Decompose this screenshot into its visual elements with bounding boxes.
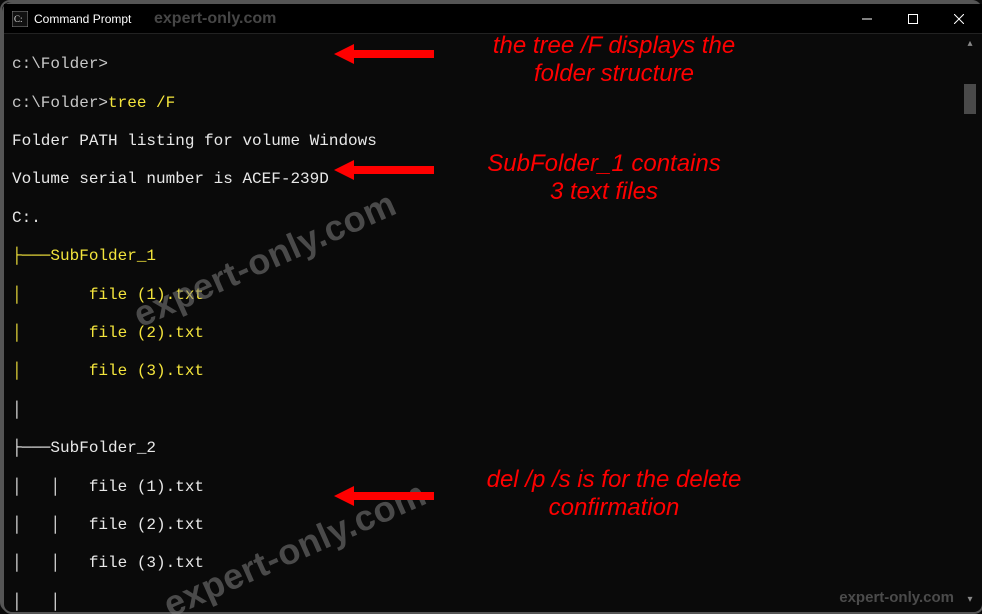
close-button[interactable] xyxy=(936,4,982,33)
prompt: c:\Folder> xyxy=(12,94,108,112)
svg-text:C:: C: xyxy=(14,14,23,24)
output-line: C:. xyxy=(12,209,974,228)
cmd-line-tree: c:\Folder>tree /F xyxy=(12,94,974,113)
cmd-tree: tree /F xyxy=(108,94,175,112)
titlebar[interactable]: C: Command Prompt xyxy=(4,4,982,34)
tree-folder: ├───SubFolder_2 xyxy=(12,439,974,458)
tree-file-highlight: │ file (2).txt xyxy=(12,324,974,343)
window-title: Command Prompt xyxy=(34,12,131,26)
maximize-button[interactable] xyxy=(890,4,936,33)
prompt-line: c:\Folder> xyxy=(12,55,974,74)
output-line: Volume serial number is ACEF-239D xyxy=(12,170,974,189)
tree-file: │ │ file (2).txt xyxy=(12,516,974,535)
scroll-up-icon[interactable]: ▴ xyxy=(962,36,978,52)
output-line: Folder PATH listing for volume Windows xyxy=(12,132,974,151)
tree-file: │ │ file (1).txt xyxy=(12,478,974,497)
cmd-icon: C: xyxy=(12,11,28,27)
tree-file-highlight: │ file (1).txt xyxy=(12,286,974,305)
terminal-area[interactable]: c:\Folder> c:\Folder>tree /F Folder PATH… xyxy=(4,34,982,612)
tree-line: │ │ xyxy=(12,593,974,612)
tree-folder-highlight: ├───SubFolder_1 xyxy=(12,247,974,266)
minimize-button[interactable] xyxy=(844,4,890,33)
tree-file: │ │ file (3).txt xyxy=(12,554,974,573)
scroll-thumb[interactable] xyxy=(964,84,976,114)
tree-file-highlight: │ file (3).txt xyxy=(12,362,974,381)
scroll-track[interactable] xyxy=(962,52,978,592)
tree-line: │ xyxy=(12,401,974,420)
scroll-down-icon[interactable]: ▾ xyxy=(962,592,978,608)
scrollbar[interactable]: ▴ ▾ xyxy=(962,36,978,608)
window-controls xyxy=(844,4,982,33)
